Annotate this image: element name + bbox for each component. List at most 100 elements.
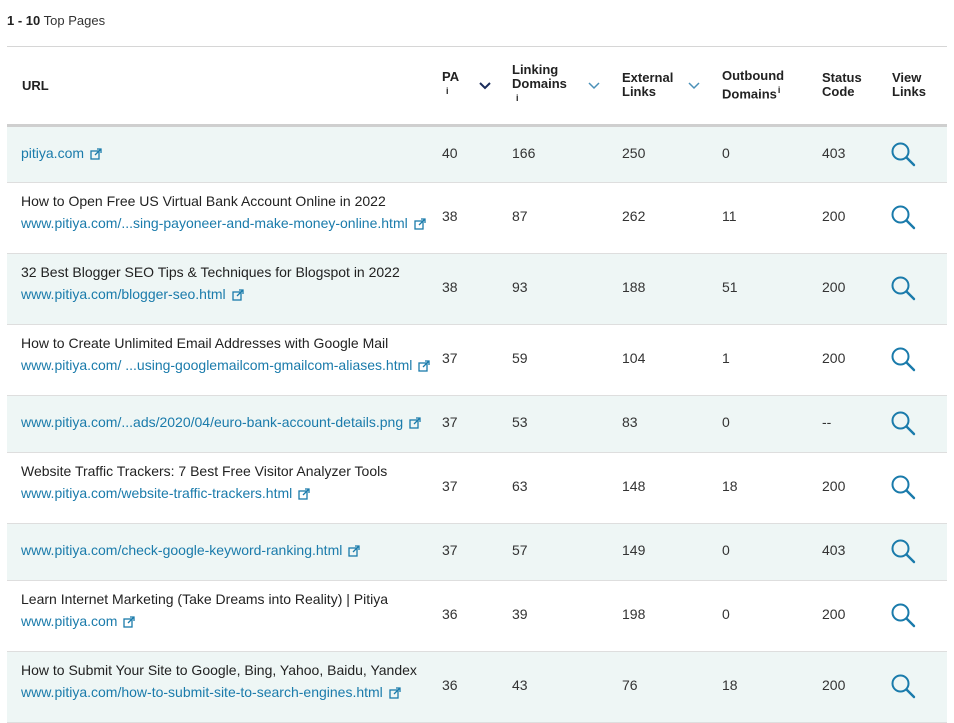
pa-sort-chevron-down-icon[interactable] xyxy=(479,82,491,90)
external-link-icon[interactable] xyxy=(298,487,310,503)
view-links-search-icon[interactable] xyxy=(890,474,916,503)
view-links-search-icon[interactable] xyxy=(890,602,916,631)
view-links-search-icon[interactable] xyxy=(890,538,916,567)
pa-value: 36 xyxy=(442,677,458,693)
results-range: 1 - 10 xyxy=(7,13,41,28)
view-links-search-icon[interactable] xyxy=(890,204,916,233)
external-links-value: 188 xyxy=(622,279,646,295)
page-title: 32 Best Blogger SEO Tips & Techniques fo… xyxy=(21,264,400,280)
page-url-link[interactable]: www.pitiya.com/blogger-seo.html xyxy=(21,286,244,304)
linking-domains-info-icon[interactable]: i xyxy=(516,93,519,103)
col-url-label: URL xyxy=(22,78,49,93)
status-code-value: 200 xyxy=(822,350,846,366)
linking-domains-value: 166 xyxy=(512,145,536,161)
status-code-value: -- xyxy=(822,414,832,430)
external-link-icon[interactable] xyxy=(348,544,360,560)
page-url-text: www.pitiya.com/...sing-payoneer-and-make… xyxy=(21,215,408,231)
col-pa[interactable]: PA i xyxy=(442,70,459,102)
external-link-icon[interactable] xyxy=(389,686,401,702)
outbound-domains-info-icon[interactable]: i xyxy=(778,85,781,95)
page-title: Learn Internet Marketing (Take Dreams in… xyxy=(21,591,389,607)
table-row: Website Traffic Trackers: 7 Best Free Vi… xyxy=(7,453,947,524)
outbound-domains-value: 18 xyxy=(722,478,738,494)
outbound-domains-value: 18 xyxy=(722,677,738,693)
external-link-icon[interactable] xyxy=(123,615,136,631)
view-links-search-icon[interactable] xyxy=(890,673,916,702)
pa-value: 38 xyxy=(442,208,458,224)
linking-domains-sort-chevron-down-icon[interactable] xyxy=(588,82,600,90)
col-linking-domains[interactable]: Linking Domains i xyxy=(512,63,574,109)
external-links-value: 104 xyxy=(622,350,646,366)
col-status-code-label: Status Code xyxy=(822,70,862,99)
view-links-search-icon[interactable] xyxy=(890,141,916,170)
col-external-links[interactable]: External Links xyxy=(622,71,682,99)
external-link-icon[interactable] xyxy=(409,416,421,432)
pa-value: 37 xyxy=(442,542,458,558)
page-url-link[interactable]: www.pitiya.com/website-traffic-trackers.… xyxy=(21,485,310,503)
table-row: 32 Best Blogger SEO Tips & Techniques fo… xyxy=(7,254,947,325)
page-url-text: www.pitiya.com/website-traffic-trackers.… xyxy=(21,485,293,501)
results-summary: 1 - 10 Top Pages xyxy=(7,13,105,28)
page-title: How to Create Unlimited Email Addresses … xyxy=(21,335,389,351)
page-url-link[interactable]: www.pitiya.com xyxy=(21,613,136,631)
page-url-link[interactable]: www.pitiya.com/how-to-submit-site-to-sea… xyxy=(21,684,401,702)
external-links-value: 148 xyxy=(622,478,646,494)
pa-value: 38 xyxy=(442,279,458,295)
status-code-value: 200 xyxy=(822,677,846,693)
col-external-links-label: External Links xyxy=(622,70,674,99)
top-pages-table: URL PA i Linking Domains i External Link… xyxy=(7,46,947,723)
page-url-link[interactable]: www.pitiya.com/check-google-keyword-rank… xyxy=(21,542,360,560)
status-code-value: 403 xyxy=(822,542,846,558)
table-header: URL PA i Linking Domains i External Link… xyxy=(7,47,947,127)
table-row: pitiya.com 40 166 250 0 403 xyxy=(7,127,947,183)
external-links-sort-chevron-down-icon[interactable] xyxy=(688,82,700,90)
view-links-search-icon[interactable] xyxy=(890,346,916,375)
page-title: How to Open Free US Virtual Bank Account… xyxy=(21,193,386,209)
external-links-value: 262 xyxy=(622,208,646,224)
page-url-text: www.pitiya.com/check-google-keyword-rank… xyxy=(21,542,343,558)
external-links-value: 83 xyxy=(622,414,638,430)
results-label: Top Pages xyxy=(43,13,106,28)
outbound-domains-value: 0 xyxy=(722,542,730,558)
outbound-domains-value: 1 xyxy=(722,350,730,366)
status-code-value: 403 xyxy=(822,145,846,161)
col-outbound-domains-label: Outbound Domains xyxy=(722,68,785,102)
table-row: Learn Internet Marketing (Take Dreams in… xyxy=(7,581,947,652)
page-title: How to Submit Your Site to Google, Bing,… xyxy=(21,662,417,678)
linking-domains-value: 59 xyxy=(512,350,528,366)
external-links-value: 198 xyxy=(622,606,646,622)
status-code-value: 200 xyxy=(822,208,846,224)
linking-domains-value: 53 xyxy=(512,414,528,430)
outbound-domains-value: 11 xyxy=(722,208,737,224)
page-url-text: www.pitiya.com/blogger-seo.html xyxy=(21,286,226,302)
table-row: How to Submit Your Site to Google, Bing,… xyxy=(7,652,947,723)
external-link-icon[interactable] xyxy=(418,359,431,375)
outbound-domains-value: 0 xyxy=(722,414,730,430)
table-row: How to Open Free US Virtual Bank Account… xyxy=(7,183,947,254)
linking-domains-value: 63 xyxy=(512,478,528,494)
col-url: URL xyxy=(22,79,49,93)
page-url-link[interactable]: pitiya.com xyxy=(21,145,102,163)
page-url-link[interactable]: www.pitiya.com/...ads/2020/04/euro-bank-… xyxy=(21,414,421,432)
page-url-text: www.pitiya.com xyxy=(21,613,118,629)
col-outbound-domains[interactable]: Outbound Domainsi xyxy=(722,68,794,102)
view-links-search-icon[interactable] xyxy=(890,275,916,304)
col-status-code[interactable]: Status Code xyxy=(822,71,867,99)
pa-value: 37 xyxy=(442,350,458,366)
external-link-icon[interactable] xyxy=(90,147,102,163)
pa-info-icon[interactable]: i xyxy=(446,86,449,96)
pa-value: 37 xyxy=(442,478,458,494)
status-code-value: 200 xyxy=(822,279,846,295)
external-links-value: 76 xyxy=(622,677,638,693)
linking-domains-value: 57 xyxy=(512,542,528,558)
outbound-domains-value: 51 xyxy=(722,279,738,295)
status-code-value: 200 xyxy=(822,478,846,494)
external-link-icon[interactable] xyxy=(231,288,244,304)
view-links-search-icon[interactable] xyxy=(890,410,916,439)
external-links-value: 149 xyxy=(622,542,646,558)
linking-domains-value: 39 xyxy=(512,606,528,622)
page-url-link[interactable]: www.pitiya.com/...sing-payoneer-and-make… xyxy=(21,215,426,233)
table-row: How to Create Unlimited Email Addresses … xyxy=(7,325,947,396)
page-url-link[interactable]: www.pitiya.com/ ...using-googlemailcom-g… xyxy=(21,357,431,375)
external-link-icon[interactable] xyxy=(414,217,426,233)
